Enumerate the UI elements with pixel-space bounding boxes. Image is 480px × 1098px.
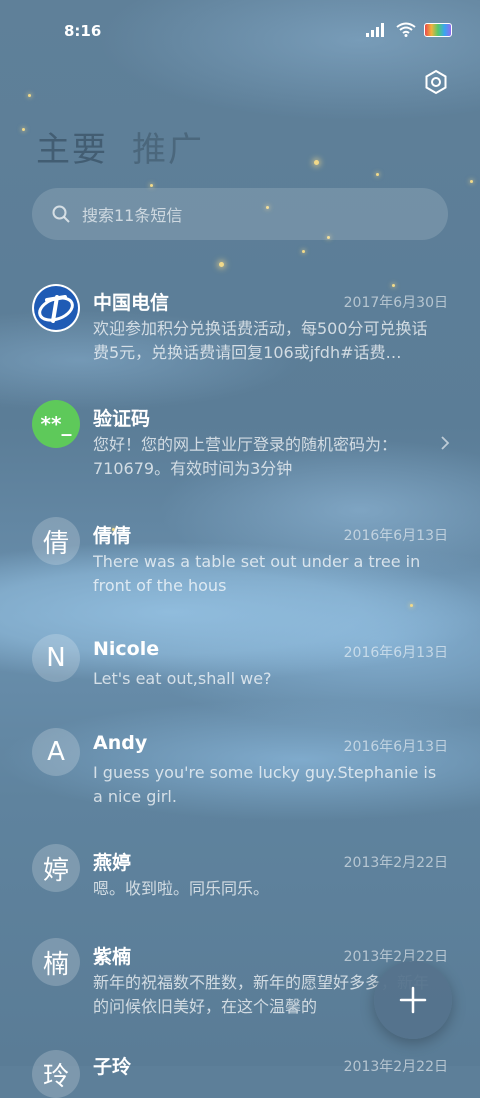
conversation-item[interactable]: 倩 倩倩 2016年6月13日 There was a table set ou…	[0, 511, 480, 603]
sparkle-decoration	[314, 160, 319, 165]
message-preview: I guess you're some lucky guy.Stephanie …	[93, 763, 437, 806]
avatar-text: **_	[40, 412, 72, 436]
avatar-text: 玲	[42, 1061, 69, 1092]
sparkle-decoration	[302, 250, 305, 253]
sparkle-decoration	[219, 262, 224, 267]
tab-primary[interactable]: 主要	[36, 122, 108, 171]
sparkle-decoration	[150, 184, 153, 187]
wifi-icon	[396, 22, 416, 37]
chevron-right-icon[interactable]	[440, 435, 450, 451]
avatar: 倩	[32, 517, 80, 565]
battery-icon	[424, 22, 452, 37]
conversation-item[interactable]: **_ 验证码 您好！您的网上营业厅登录的随机密码为：710679。有效时间为3…	[0, 394, 480, 486]
search-icon	[52, 205, 70, 223]
message-preview: There was a table set out under a tree i…	[93, 552, 421, 595]
verification-avatar: **_	[32, 400, 80, 448]
sender-name: 燕婷	[93, 852, 132, 874]
avatar-text: 倩	[42, 528, 69, 559]
message-date: 2017年6月30日	[343, 295, 448, 311]
message-preview: 欢迎参加积分兑换话费活动，每500分可兑换话费5元，兑换话费请回复106或jfd…	[93, 319, 428, 362]
avatar-text: A	[47, 737, 65, 767]
sender-name: 验证码	[93, 408, 151, 430]
sender-name: 倩倩	[93, 525, 132, 547]
sender-name: Nicole	[93, 638, 160, 660]
conversation-item[interactable]: A Andy 2016年6月13日 I guess you're some lu…	[0, 722, 480, 814]
search-placeholder: 搜索11条短信	[82, 206, 183, 225]
category-tabs: 主要 推广	[36, 122, 204, 171]
avatar: N	[32, 634, 80, 682]
gear-icon[interactable]	[422, 68, 450, 96]
message-date: 2016年6月13日	[343, 739, 448, 755]
plus-icon	[399, 986, 427, 1014]
signal-icon	[366, 22, 384, 37]
sparkle-decoration	[28, 94, 31, 97]
message-date: 2016年6月13日	[343, 645, 448, 661]
avatar: 玲	[32, 1050, 80, 1098]
compose-button[interactable]	[374, 961, 452, 1039]
sparkle-decoration	[470, 180, 473, 183]
conversation-item[interactable]: 中国电信 2017年6月30日 欢迎参加积分兑换话费活动，每500分可兑换话费5…	[0, 278, 480, 388]
avatar: 楠	[32, 938, 80, 986]
avatar-text: 楠	[42, 949, 69, 980]
message-date: 2016年6月13日	[343, 528, 448, 544]
sparkle-decoration	[410, 604, 413, 607]
sparkle-decoration	[22, 128, 25, 131]
search-bar[interactable]: 搜索11条短信	[32, 188, 448, 240]
conversation-item[interactable]: 婷 燕婷 2013年2月22日 嗯。收到啦。同乐同乐。	[0, 838, 480, 908]
sparkle-decoration	[376, 173, 379, 176]
message-preview: Let's eat out,shall we?	[93, 669, 272, 688]
tab-promotions[interactable]: 推广	[132, 122, 204, 171]
message-preview: 您好！您的网上营业厅登录的随机密码为：710679。有效时间为3分钟	[93, 435, 398, 478]
avatar: 婷	[32, 844, 80, 892]
avatar: A	[32, 728, 80, 776]
message-preview: 嗯。收到啦。同乐同乐。	[93, 879, 270, 898]
avatar-text: N	[46, 643, 66, 673]
status-bar: 8:16	[0, 0, 480, 62]
status-icons	[366, 22, 452, 37]
conversation-item[interactable]: N Nicole 2016年6月13日 Let's eat out,shall …	[0, 628, 480, 698]
message-date: 2013年2月22日	[343, 949, 448, 965]
conversation-item[interactable]: 玲 子玲 2013年2月22日	[0, 1046, 480, 1098]
sender-name: 紫楠	[93, 946, 132, 968]
sender-name: Andy	[93, 732, 148, 754]
avatar-text: 婷	[42, 855, 69, 886]
message-date: 2013年2月22日	[343, 855, 448, 871]
china-telecom-logo	[32, 284, 80, 332]
status-time: 8:16	[64, 22, 102, 40]
sender-name: 中国电信	[93, 292, 170, 314]
message-date: 2013年2月22日	[343, 1059, 448, 1075]
